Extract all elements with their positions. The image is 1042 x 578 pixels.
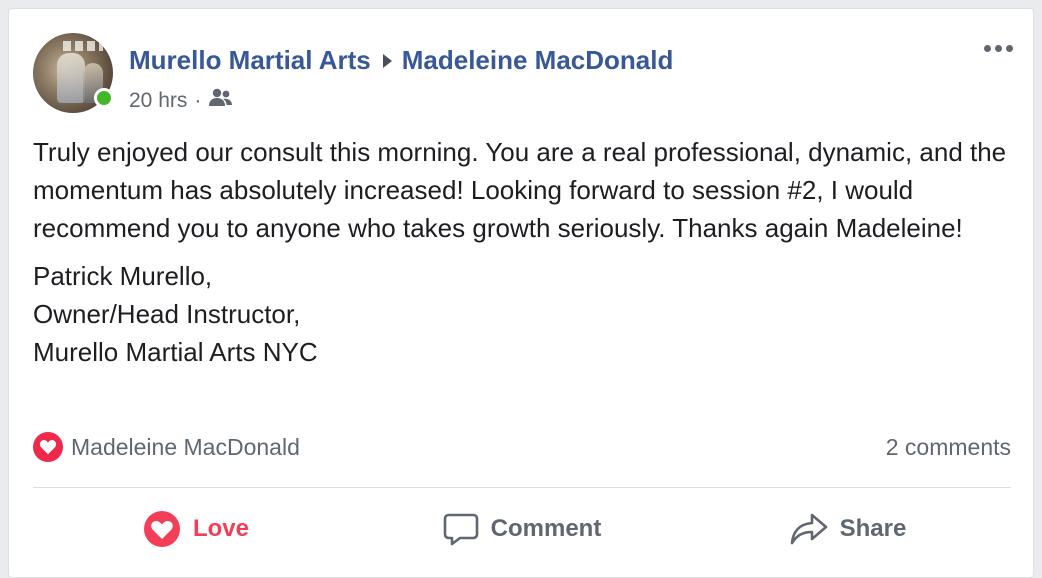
target-name-link[interactable]: Madeleine MacDonald: [402, 45, 674, 76]
more-dot: [1006, 45, 1013, 52]
more-dot: [984, 45, 991, 52]
share-button[interactable]: Share: [685, 497, 1011, 561]
comment-button[interactable]: Comment: [359, 497, 685, 561]
online-status-icon: [94, 88, 114, 108]
post-card: Murello Martial Arts Madeleine MacDonald…: [8, 8, 1034, 578]
signature-line: Owner/Head Instructor,: [33, 299, 301, 329]
comments-count-link[interactable]: 2 comments: [886, 427, 1011, 467]
reactions-summary[interactable]: Madeleine MacDonald: [33, 427, 300, 467]
post-body: Truly enjoyed our consult this morning. …: [33, 133, 1013, 371]
meta-separator: ·: [194, 89, 202, 112]
love-icon: [143, 511, 180, 547]
post-timestamp[interactable]: 20 hrs: [129, 89, 187, 113]
comment-label: Comment: [490, 515, 602, 542]
share-label: Share: [839, 515, 907, 542]
divider: [33, 487, 1011, 488]
post-meta: 20 hrs ·: [129, 87, 234, 115]
reactor-names[interactable]: Madeleine MacDonald: [71, 434, 300, 461]
share-icon: [790, 513, 827, 545]
avatar-photo-detail: [63, 41, 103, 51]
more-options-button[interactable]: [978, 39, 1019, 58]
action-bar: Love Comment Share: [33, 497, 1011, 561]
more-dot: [995, 45, 1002, 52]
comment-icon: [443, 513, 478, 546]
post-header-names: Murello Martial Arts Madeleine MacDonald: [129, 45, 673, 76]
love-label: Love: [192, 515, 249, 542]
post-signature: Patrick Murello, Owner/Head Instructor, …: [33, 257, 1013, 371]
post-paragraph: Truly enjoyed our consult this morning. …: [33, 137, 1007, 243]
signature-line: Murello Martial Arts NYC: [33, 337, 318, 367]
love-button[interactable]: Love: [33, 497, 359, 561]
page-name-link[interactable]: Murello Martial Arts: [129, 45, 371, 76]
caret-right-icon: [382, 53, 392, 68]
avatar-photo-figure: [57, 53, 85, 103]
heart-icon: [33, 432, 63, 462]
group-icon[interactable]: [208, 87, 234, 115]
signature-line: Patrick Murello,: [33, 261, 213, 291]
